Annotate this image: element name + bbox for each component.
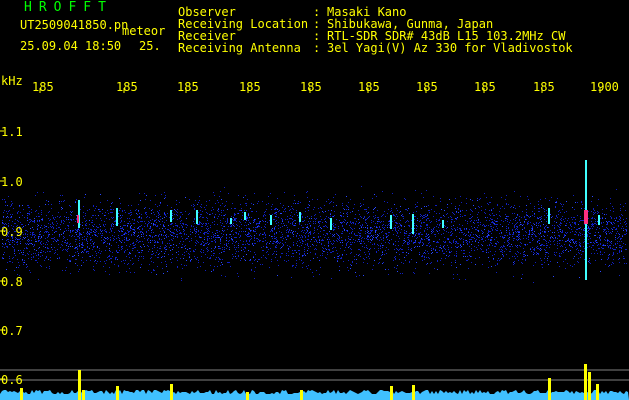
noise-band <box>2 186 627 283</box>
meteor-echo <box>390 215 392 229</box>
echo-count-bar <box>390 386 393 400</box>
x-tick-label: 185 <box>533 80 555 94</box>
signal-baseline <box>0 390 629 400</box>
meteor-label: meteor <box>122 24 166 38</box>
x-tick-label: 185 <box>300 80 322 94</box>
meteor-echo <box>412 214 414 234</box>
y-tick-label: 0.7 <box>1 324 23 338</box>
echo-count-bar <box>170 384 173 400</box>
meteor-echo <box>299 212 301 222</box>
echo-count-bar <box>78 370 81 400</box>
echo-count-bar <box>246 392 249 400</box>
y-axis-unit: kHz <box>1 74 23 88</box>
echo-count-bar <box>300 390 303 400</box>
count-label: 25. <box>139 39 161 53</box>
x-tick-label: 185 <box>177 80 199 94</box>
y-tick-label: 0.9 <box>1 225 23 239</box>
echo-count-bar <box>412 385 415 400</box>
datetime-label: 25.09.04 18:50 <box>20 39 122 53</box>
x-tick-label: 1900 <box>590 80 619 94</box>
meteor-echo <box>230 218 232 224</box>
echo-count-bar <box>116 386 119 400</box>
y-tick-label: 0.8 <box>1 275 23 289</box>
x-tick-label: 185 <box>239 80 261 94</box>
x-tick-label: 185 <box>474 80 496 94</box>
antenna-label: Receiving Antenna <box>178 41 301 55</box>
meteor-echo <box>116 208 118 226</box>
y-tick-label: 1.0 <box>1 175 23 189</box>
meteor-echo <box>244 212 246 220</box>
antenna-value: 3el Yagi(V) Az 330 for Vladivostok <box>327 41 573 55</box>
y-tick-label: 0.6 <box>1 373 23 387</box>
antenna-sep: : <box>313 41 321 55</box>
strong-echo <box>584 210 588 224</box>
x-tick-label: 185 <box>416 80 438 94</box>
filename-label: UT2509041850.pn <box>20 18 129 32</box>
spectrogram-plot <box>0 88 629 400</box>
x-tick-label: 185 <box>32 80 54 94</box>
x-tick-label: 185 <box>358 80 380 94</box>
y-tick-label: 1.1 <box>1 125 23 139</box>
echo-count-bar <box>82 390 85 400</box>
meteor-echo <box>548 208 550 224</box>
echo-count-bar <box>20 388 23 400</box>
meteor-echo <box>196 210 198 224</box>
meteor-echo <box>170 210 172 222</box>
x-tick-label: 185 <box>116 80 138 94</box>
strong-echo <box>77 215 79 223</box>
echo-count-bar <box>596 384 599 400</box>
meteor-echo <box>442 220 444 228</box>
echo-count-bar <box>588 372 591 400</box>
meteor-echo <box>330 218 332 230</box>
echo-count-bar <box>548 378 551 400</box>
spectrogram-window: HROFFT UT2509041850.pn meteor 25.09.04 1… <box>0 0 629 400</box>
meteor-echo <box>598 215 600 225</box>
hrofft-logo: HROFFT <box>24 0 113 15</box>
meteor-echo <box>270 215 272 225</box>
meteor-echo <box>78 200 80 228</box>
echo-count-bar <box>584 364 587 400</box>
